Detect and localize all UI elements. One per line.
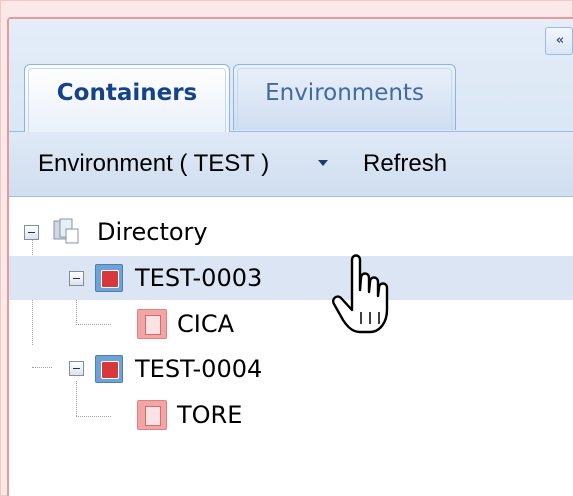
tab-environments[interactable]: Environments	[233, 64, 456, 130]
container-icon	[137, 309, 167, 339]
tree-node-label: CICA	[177, 310, 235, 338]
tree-node-directory[interactable]: Directory	[9, 210, 573, 254]
collapse-node-icon[interactable]	[69, 271, 84, 286]
environment-menu-button[interactable]: Environment ( TEST )	[38, 132, 269, 195]
collapse-panel-button[interactable]: «	[545, 27, 573, 55]
tab-strip: Containers Environments	[9, 59, 573, 132]
hand-pointer-cursor-icon	[332, 254, 389, 334]
directory-tree: Directory TEST-0003 CICA TEST-0004 TORE	[9, 197, 573, 496]
collapse-node-icon[interactable]	[69, 361, 84, 376]
tree-node-test-0004[interactable]: TEST-0004	[9, 347, 573, 391]
tab-containers[interactable]: Containers	[24, 64, 230, 132]
tree-node-label: Directory	[97, 218, 208, 246]
tree-node-cica[interactable]: CICA	[9, 302, 573, 346]
tree-node-label: TEST-0004	[135, 355, 263, 383]
tree-node-tore[interactable]: TORE	[9, 393, 573, 437]
refresh-button[interactable]: Refresh	[363, 132, 447, 195]
tree-node-test-0003[interactable]: TEST-0003	[9, 256, 573, 300]
dropdown-arrow-icon[interactable]	[318, 160, 328, 166]
containers-panel: « Containers Environments Environment ( …	[7, 17, 573, 496]
tab-containers-label: Containers	[56, 80, 198, 106]
panel-header: « Containers Environments Environment ( …	[9, 19, 573, 197]
server-icon	[95, 355, 123, 383]
tab-environments-label: Environments	[265, 80, 424, 106]
directory-icon	[53, 218, 79, 244]
tree-node-label: TEST-0003	[135, 264, 263, 292]
server-icon	[95, 264, 123, 292]
toolbar: Environment ( TEST ) Refresh	[9, 132, 573, 195]
tree-node-label: TORE	[177, 401, 243, 429]
collapse-node-icon[interactable]	[24, 225, 39, 240]
container-icon	[137, 400, 167, 430]
